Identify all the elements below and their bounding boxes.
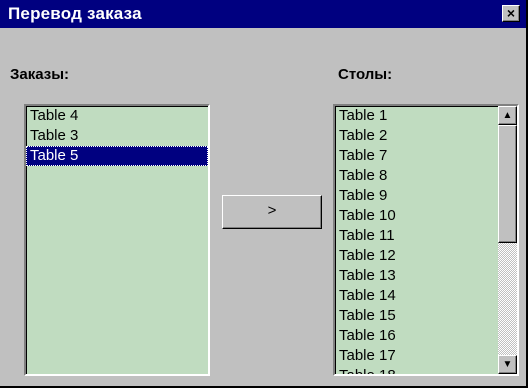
close-button[interactable]: × [502,5,520,22]
orders-list-item[interactable]: Table 4 [26,106,208,126]
tables-list-item[interactable]: Table 7 [335,146,517,166]
arrow-up-icon: ▲ [502,110,513,121]
tables-list-item[interactable]: Table 16 [335,326,517,346]
tables-list-item[interactable]: Table 10 [335,206,517,226]
arrow-down-icon: ▼ [502,359,513,370]
close-icon: × [506,5,516,21]
title-bar[interactable]: Перевод заказа × [0,0,526,28]
window-title: Перевод заказа [8,4,142,23]
tables-items: Table 1 Table 2 Table 7 Table 8 Table 9 Table… [335,106,517,374]
tables-scrollbar[interactable]: ▲ ▼ [498,106,517,374]
tables-list-item[interactable]: Table 2 [335,126,517,146]
dialog-window: Перевод заказа × Заказы: Table 4 Table 3T… [0,0,528,388]
move-order-button[interactable]: > [222,195,322,229]
tables-label: Столы: [338,66,393,83]
scroll-down-button[interactable]: ▼ [498,355,517,374]
tables-list-item[interactable]: Table 13 [335,266,517,286]
tables-list-item[interactable]: Table 11 [335,226,517,246]
scroll-thumb[interactable] [498,125,517,243]
tables-list-item[interactable]: Table 9 [335,186,517,206]
orders-label: Заказы: [10,66,70,83]
tables-list-item[interactable]: Table 8 [335,166,517,186]
tables-list-item[interactable]: Table 15 [335,306,517,326]
orders-listbox[interactable]: Table 4 Table 3 Table 5 [24,104,210,376]
tables-listbox[interactable]: Table 1 Table 2 Table 7 Table 8 Table 9 Table… [333,104,519,376]
tables-list-item[interactable]: Table 12 [335,246,517,266]
tables-list-item[interactable]: Table 18 [335,366,517,374]
orders-list-item[interactable]: Table 5 [26,146,208,166]
tables-list-item[interactable]: Table 17 [335,346,517,366]
tables-list-item[interactable]: Table 14 [335,286,517,306]
scroll-up-button[interactable]: ▲ [498,106,517,125]
orders-list-item[interactable]: Table 3 [26,126,208,146]
tables-list-item[interactable]: Table 1 [335,106,517,126]
